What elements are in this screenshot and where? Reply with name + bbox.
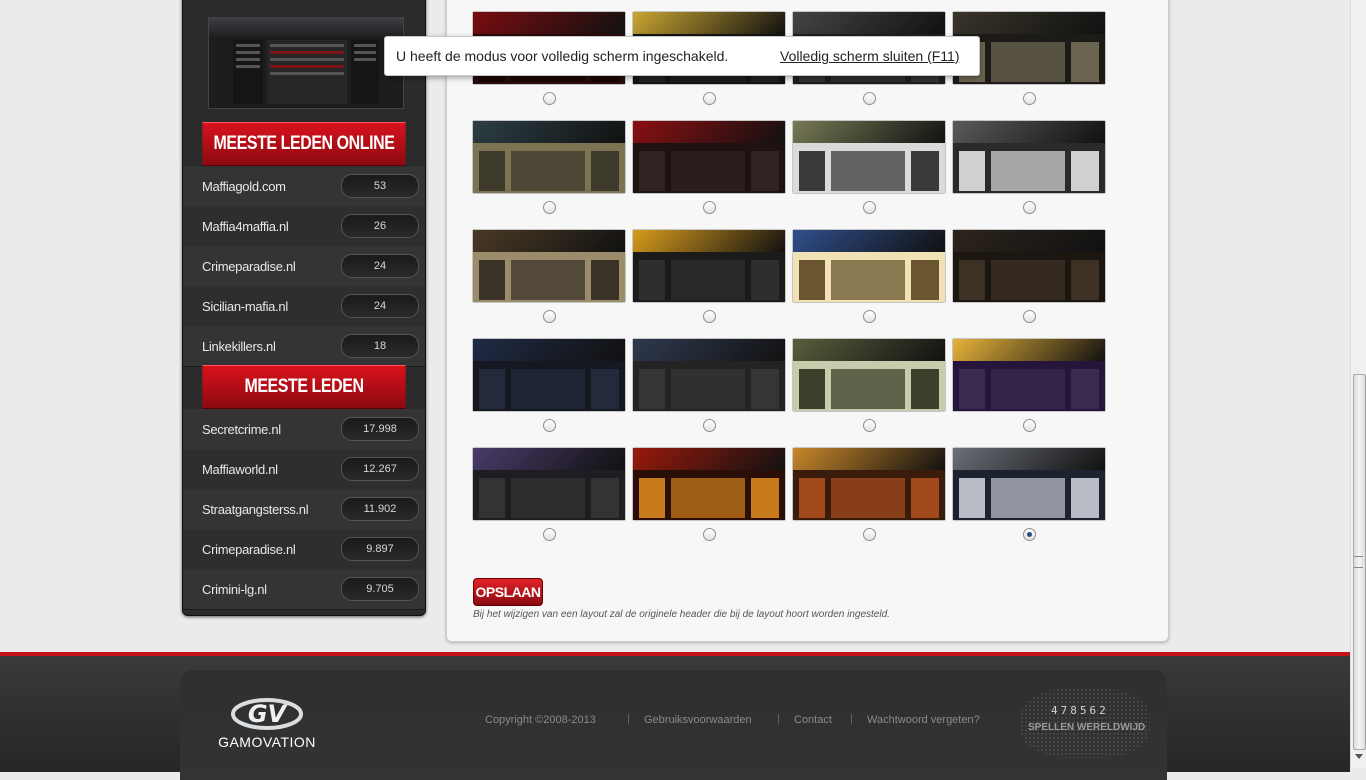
layout-radio[interactable] — [863, 419, 876, 432]
site-name[interactable]: Secretcrime.nl — [202, 422, 281, 437]
fullscreen-message: U heeft de modus voor volledig scherm in… — [396, 48, 729, 64]
layout-radio[interactable] — [1023, 201, 1036, 214]
exit-fullscreen-link[interactable]: Volledig scherm sluiten (F11) — [780, 48, 959, 64]
site-name[interactable]: Maffia4maffia.nl — [202, 219, 289, 234]
ranking-row[interactable]: Linkekillers.nl 18 — [183, 326, 425, 367]
games-counter: 478562 — [1051, 704, 1109, 717]
vertical-scrollbar[interactable] — [1350, 0, 1366, 768]
ranking-row[interactable]: Maffia4maffia.nl 26 — [183, 206, 425, 247]
member-count: 53 — [341, 174, 419, 198]
ranking-row[interactable]: Straatgangsterss.nl 11.902 — [183, 489, 425, 530]
layout-radio[interactable] — [863, 92, 876, 105]
layout-radio[interactable] — [703, 201, 716, 214]
layout-radio[interactable] — [703, 528, 716, 541]
site-name[interactable]: Crimeparadise.nl — [202, 259, 296, 274]
layout-thumbnail[interactable] — [793, 230, 945, 302]
ranking-row[interactable]: Maffiaworld.nl 12.267 — [183, 449, 425, 490]
layout-thumbnail[interactable] — [793, 339, 945, 411]
member-count: 11.902 — [341, 497, 419, 521]
layout-selection-panel: OPSLAAN Bij het wijzigen van een layout … — [446, 0, 1169, 642]
layout-thumbnail[interactable] — [633, 339, 785, 411]
layout-radio[interactable] — [1023, 310, 1036, 323]
footer-separator: | — [627, 713, 630, 725]
footer-separator: | — [850, 713, 853, 725]
logo-text: GAMOVATION — [218, 734, 316, 750]
layout-thumbnail[interactable] — [953, 121, 1105, 193]
save-button[interactable]: OPSLAAN — [473, 578, 543, 606]
forgot-password-link[interactable]: Wachtwoord vergeten? — [867, 714, 980, 726]
terms-link[interactable]: Gebruiksvoorwaarden — [644, 714, 752, 726]
layout-radio[interactable] — [1023, 528, 1036, 541]
layout-thumbnail[interactable] — [473, 121, 625, 193]
scroll-down-arrow-icon[interactable] — [1355, 754, 1363, 759]
sidebar: MEESTE LEDEN ONLINE Maffiagold.com 53 Maff… — [182, 0, 426, 616]
layout-radio[interactable] — [863, 201, 876, 214]
most-members-heading: MEESTE LEDEN — [202, 365, 406, 409]
layout-thumbnail[interactable] — [633, 121, 785, 193]
member-count: 18 — [341, 334, 419, 358]
layout-thumbnail[interactable] — [633, 230, 785, 302]
footer-separator: | — [777, 713, 780, 725]
member-count: 26 — [341, 214, 419, 238]
layout-radio[interactable] — [863, 310, 876, 323]
member-count: 17.998 — [341, 417, 419, 441]
layout-radio[interactable] — [703, 419, 716, 432]
footer-bar: GV GAMOVATION Copyright ©2008-2013 | Geb… — [180, 670, 1167, 780]
member-count: 12.267 — [341, 457, 419, 481]
contact-link[interactable]: Contact — [794, 714, 832, 726]
site-name[interactable]: Sicilian-mafia.nl — [202, 299, 288, 314]
layout-radio[interactable] — [543, 92, 556, 105]
copyright-text: Copyright ©2008-2013 — [485, 714, 596, 726]
layout-thumbnail[interactable] — [473, 448, 625, 520]
layout-preview-image — [208, 17, 404, 109]
layout-thumbnail[interactable] — [953, 339, 1105, 411]
member-count: 9.897 — [341, 537, 419, 561]
ranking-row[interactable]: Maffiagold.com 53 — [183, 166, 425, 207]
fullscreen-notification: U heeft de modus voor volledig scherm in… — [384, 36, 980, 76]
member-count: 24 — [341, 254, 419, 278]
scrollbar-grip-icon — [1354, 556, 1363, 568]
layout-thumbnail[interactable] — [633, 448, 785, 520]
site-name[interactable]: Crimeparadise.nl — [202, 542, 296, 557]
ranking-row[interactable]: Crimini-lg.nl 9.705 — [183, 569, 425, 610]
gamovation-logo-icon: GV — [231, 698, 303, 730]
ranking-row[interactable]: Crimeparadise.nl 9.897 — [183, 529, 425, 570]
site-name[interactable]: Straatgangsterss.nl — [202, 502, 309, 517]
layout-thumbnail[interactable] — [953, 230, 1105, 302]
site-name[interactable]: Maffiaworld.nl — [202, 462, 278, 477]
games-counter-label: SPELLEN WERELDWIJD — [1028, 722, 1146, 733]
site-name[interactable]: Maffiagold.com — [202, 179, 286, 194]
layout-thumbnail[interactable] — [473, 230, 625, 302]
site-name[interactable]: Crimini-lg.nl — [202, 582, 267, 597]
layout-radio[interactable] — [703, 92, 716, 105]
svg-text:GV: GV — [248, 700, 289, 728]
layout-radio[interactable] — [703, 310, 716, 323]
layout-thumbnail[interactable] — [953, 448, 1105, 520]
layout-radio[interactable] — [1023, 92, 1036, 105]
most-online-heading: MEESTE LEDEN ONLINE — [202, 122, 406, 166]
ranking-row[interactable]: Secretcrime.nl 17.998 — [183, 409, 425, 450]
member-count: 9.705 — [341, 577, 419, 601]
gamovation-logo[interactable]: GV GAMOVATION — [214, 694, 320, 754]
member-count: 24 — [341, 294, 419, 318]
layout-thumbnail[interactable] — [793, 121, 945, 193]
layout-thumbnail[interactable] — [473, 339, 625, 411]
layout-thumbnail[interactable] — [793, 448, 945, 520]
layout-radio[interactable] — [543, 310, 556, 323]
layout-radio[interactable] — [1023, 419, 1036, 432]
footer: GV GAMOVATION Copyright ©2008-2013 | Geb… — [0, 652, 1350, 780]
layout-radio[interactable] — [543, 201, 556, 214]
layout-radio[interactable] — [863, 528, 876, 541]
save-note: Bij het wijzigen van een layout zal de o… — [473, 609, 890, 620]
site-name[interactable]: Linkekillers.nl — [202, 339, 276, 354]
ranking-row[interactable]: Crimeparadise.nl 24 — [183, 246, 425, 287]
ranking-row[interactable]: Sicilian-mafia.nl 24 — [183, 286, 425, 327]
layout-radio[interactable] — [543, 528, 556, 541]
layout-radio[interactable] — [543, 419, 556, 432]
